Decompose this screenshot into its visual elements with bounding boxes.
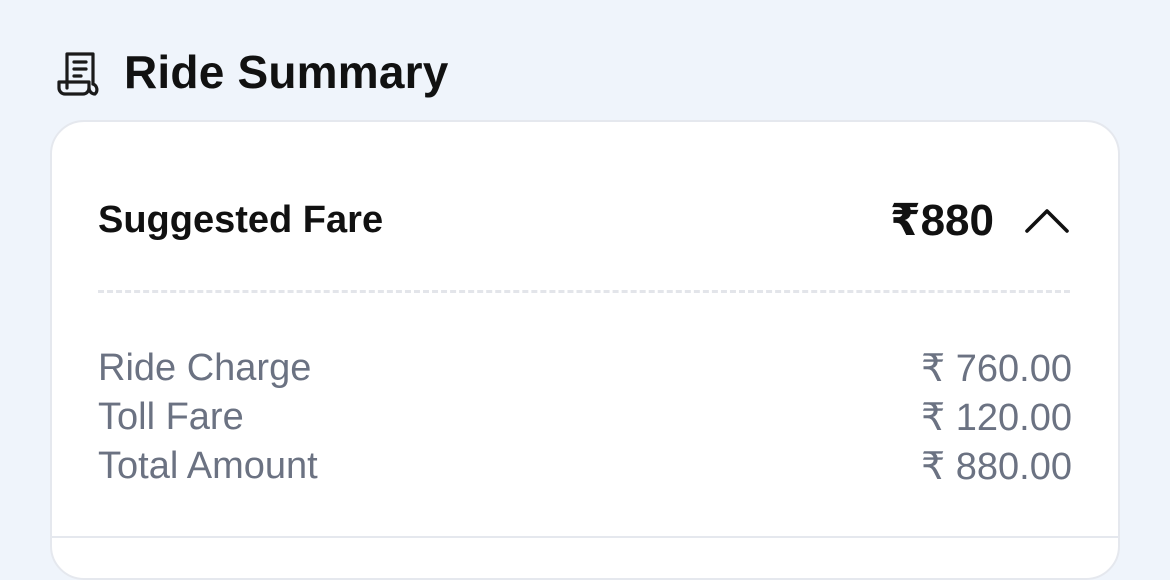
fare-breakdown: Ride Charge ₹ 760.00 Toll Fare ₹ 120.00 … bbox=[98, 344, 1072, 491]
card-section-divider bbox=[52, 536, 1118, 538]
suggested-fare-right: ₹880 bbox=[890, 195, 1070, 246]
breakdown-row-ride-charge: Ride Charge ₹ 760.00 bbox=[98, 344, 1072, 393]
suggested-fare-row[interactable]: Suggested Fare ₹880 bbox=[98, 190, 1070, 250]
toll-fare-label: Toll Fare bbox=[98, 396, 244, 438]
breakdown-row-toll-fare: Toll Fare ₹ 120.00 bbox=[98, 393, 1072, 442]
ride-charge-label: Ride Charge bbox=[98, 347, 312, 389]
breakdown-row-total-amount: Total Amount ₹ 880.00 bbox=[98, 442, 1072, 491]
suggested-fare-value: ₹880 bbox=[889, 195, 994, 245]
ride-charge-value: ₹ 760.00 bbox=[921, 348, 1072, 390]
chevron-up-icon[interactable] bbox=[1024, 205, 1070, 235]
fare-summary-card: Suggested Fare ₹880 Ride Charge ₹ 760.00… bbox=[50, 120, 1120, 580]
receipt-icon bbox=[54, 46, 102, 98]
ride-summary-header: Ride Summary bbox=[54, 44, 449, 100]
suggested-fare-label: Suggested Fare bbox=[98, 198, 384, 241]
total-amount-value: ₹ 880.00 bbox=[921, 446, 1072, 488]
toll-fare-value: ₹ 120.00 bbox=[921, 397, 1072, 439]
page-title: Ride Summary bbox=[124, 46, 449, 98]
dashed-divider bbox=[98, 290, 1070, 293]
total-amount-label: Total Amount bbox=[98, 445, 318, 487]
